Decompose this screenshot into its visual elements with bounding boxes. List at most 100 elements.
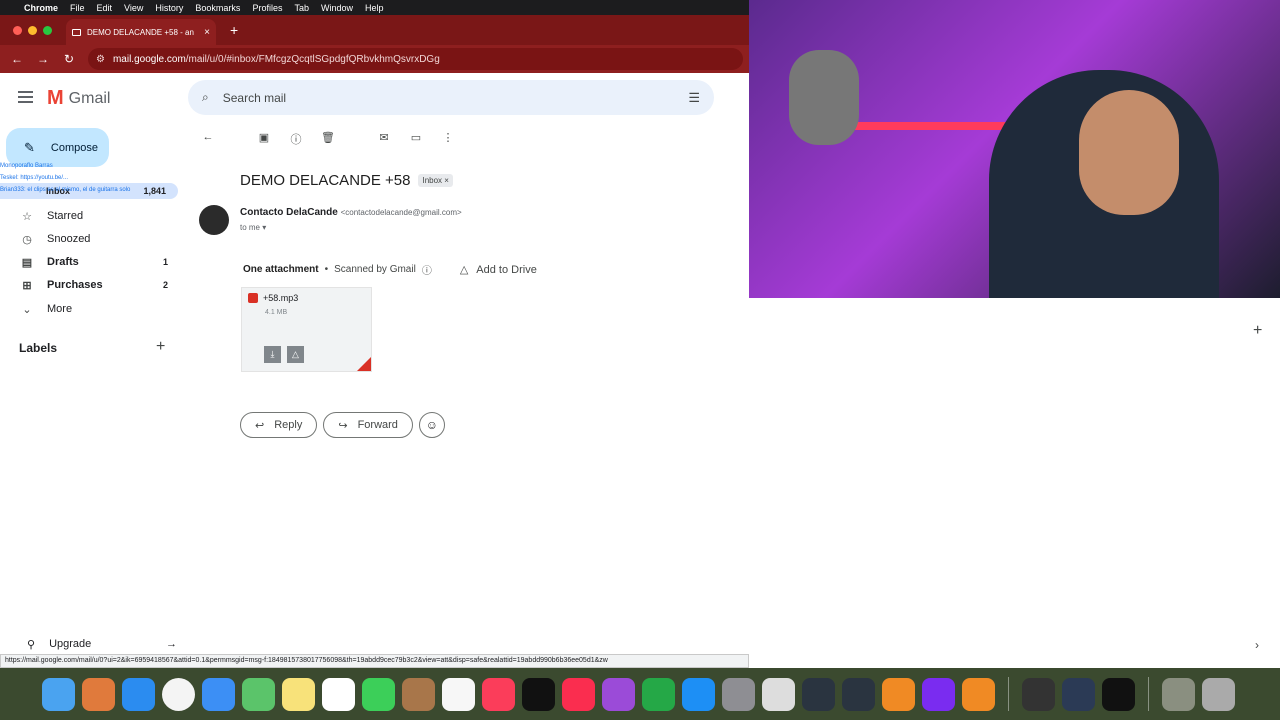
- site-info-icon[interactable]: ⚙: [96, 54, 105, 65]
- reply-icon: ↩: [255, 419, 265, 432]
- close-tab-icon[interactable]: ×: [204, 27, 210, 38]
- reply-button[interactable]: ↩ Reply: [240, 412, 318, 438]
- webcam-feed: [749, 0, 1280, 298]
- preview-icon[interactable]: [762, 677, 795, 711]
- search-icon[interactable]: ⌕: [202, 90, 209, 105]
- more-options-icon[interactable]: ⋮: [440, 131, 456, 147]
- caret-down-icon: ▾: [262, 223, 267, 232]
- finder-icon[interactable]: [42, 677, 75, 711]
- minimize-window-button[interactable]: [28, 25, 37, 35]
- sender-name[interactable]: Contacto DelaCande: [240, 207, 338, 218]
- fl-studio-alt-icon[interactable]: [962, 677, 995, 711]
- back-to-inbox-icon[interactable]: ←: [200, 131, 216, 147]
- news-icon[interactable]: [562, 677, 595, 711]
- delete-icon[interactable]: 🗑: [320, 131, 336, 147]
- drafts-count: 1: [162, 257, 168, 267]
- sidebar-item-more[interactable]: ⌄ More: [0, 298, 180, 320]
- save-to-drive-icon[interactable]: △: [287, 346, 304, 363]
- menubar-item-history[interactable]: History: [155, 3, 183, 13]
- maps-icon[interactable]: [242, 677, 275, 711]
- music-icon[interactable]: [482, 677, 515, 711]
- attachment-card[interactable]: +58.mp3 4.1 MB ⤓ △: [241, 287, 372, 372]
- close-window-button[interactable]: [13, 25, 22, 35]
- archive-icon[interactable]: ▣: [256, 131, 272, 147]
- menubar-item-edit[interactable]: Edit: [97, 3, 113, 13]
- forward-label: Forward: [357, 419, 398, 431]
- report-spam-icon[interactable]: ⓘ: [288, 131, 304, 147]
- forward-button[interactable]: ↪ Forward: [323, 412, 413, 438]
- audio-app-icon[interactable]: [802, 677, 835, 711]
- back-arrow-icon[interactable]: ←: [10, 52, 24, 66]
- mark-unread-icon[interactable]: ✉: [376, 131, 392, 147]
- pencil-icon: ✎: [24, 139, 35, 155]
- new-tab-icon[interactable]: +: [230, 22, 238, 38]
- obs-icon[interactable]: [1062, 677, 1095, 711]
- expand-side-panel-icon[interactable]: ›: [1255, 638, 1259, 652]
- emoji-react-button[interactable]: ☺: [418, 412, 445, 438]
- sidebar-item-label: Snoozed: [47, 233, 91, 245]
- sidebar-item-snoozed[interactable]: ◷ Snoozed: [0, 228, 180, 250]
- add-to-drive-label: Add to Drive: [476, 263, 537, 276]
- menubar-app-name[interactable]: Chrome: [24, 3, 58, 13]
- search-options-icon[interactable]: ☰: [688, 90, 700, 106]
- browser-tab[interactable]: DEMO DELACANDE +58 - an ×: [66, 19, 216, 45]
- sidebar-item-label: Starred: [47, 210, 84, 222]
- search-input[interactable]: ⌕ Search mail ☰: [188, 80, 714, 115]
- stream-chat-overlay: Monoporaflo Barras Teskel: https://youtu…: [0, 160, 260, 196]
- sidebar-item-purchases[interactable]: ⊞ Purchases 2: [0, 274, 180, 296]
- move-to-icon[interactable]: ▭: [408, 131, 424, 147]
- sender-line: Contacto DelaCande <contactodelacande@gm…: [240, 207, 462, 218]
- daw-icon[interactable]: [922, 677, 955, 711]
- download-icon[interactable]: ⤓: [264, 346, 281, 363]
- reload-icon[interactable]: ↻: [62, 52, 76, 66]
- menubar-item-profiles[interactable]: Profiles: [252, 3, 282, 13]
- zoom-window-button[interactable]: [43, 25, 52, 35]
- menubar-item-bookmarks[interactable]: Bookmarks: [195, 3, 240, 13]
- mail-icon[interactable]: [202, 677, 235, 711]
- fl-studio-icon[interactable]: [882, 677, 915, 711]
- email-action-toolbar: ← ▣ ⓘ 🗑 ✉ ▭ ⋮: [200, 131, 456, 147]
- forward-arrow-icon[interactable]: →: [36, 52, 50, 66]
- facetime-icon[interactable]: [362, 677, 395, 711]
- downloads-stack-icon[interactable]: [1162, 677, 1195, 711]
- reminders-icon[interactable]: [442, 677, 475, 711]
- address-bar[interactable]: ⚙ mail.google.com/mail/u/0/#inbox/FMfcgz…: [88, 48, 743, 70]
- launchpad-icon[interactable]: [82, 677, 115, 711]
- main-menu-icon[interactable]: [18, 91, 33, 103]
- add-to-drive-button[interactable]: △ Add to Drive: [460, 263, 537, 277]
- podcasts-icon[interactable]: [602, 677, 635, 711]
- gmail-logo[interactable]: M Gmail: [47, 87, 110, 110]
- sender-avatar[interactable]: [199, 205, 229, 235]
- search-placeholder: Search mail: [222, 90, 287, 105]
- info-icon[interactable]: ⓘ: [422, 262, 432, 277]
- app-store-icon[interactable]: [682, 677, 715, 711]
- safari-icon[interactable]: [122, 677, 155, 711]
- mixer-app-icon[interactable]: [842, 677, 875, 711]
- menubar-item-file[interactable]: File: [70, 3, 85, 13]
- capcut-icon[interactable]: [1102, 677, 1135, 711]
- create-label-icon[interactable]: +: [156, 338, 165, 356]
- menubar-item-tab[interactable]: Tab: [294, 3, 309, 13]
- notes-icon[interactable]: [282, 677, 315, 711]
- tv-icon[interactable]: [522, 677, 555, 711]
- recipient-details[interactable]: to me ▾: [240, 223, 266, 232]
- chrome-icon[interactable]: [162, 677, 195, 711]
- menubar-item-window[interactable]: Window: [321, 3, 353, 13]
- compose-label: Compose: [50, 141, 98, 154]
- trash-icon[interactable]: [1202, 677, 1235, 711]
- contacts-icon[interactable]: [402, 677, 435, 711]
- menubar-item-help[interactable]: Help: [365, 3, 384, 13]
- sidebar-item-starred[interactable]: ☆ Starred: [0, 205, 180, 227]
- gmail-logo-text: Gmail: [68, 89, 111, 107]
- sidebar-item-label: Purchases: [47, 279, 103, 291]
- apogee-icon[interactable]: [1022, 677, 1055, 711]
- scanned-by-gmail: Scanned by Gmail: [334, 264, 416, 275]
- menubar-item-view[interactable]: View: [124, 3, 143, 13]
- add-side-panel-icon[interactable]: +: [1253, 322, 1262, 340]
- numbers-icon[interactable]: [642, 677, 675, 711]
- freeform-icon[interactable]: [322, 677, 355, 711]
- upgrade-button[interactable]: ⚲ Upgrade →: [27, 635, 177, 653]
- inbox-label-badge[interactable]: Inbox ×: [418, 174, 453, 187]
- system-settings-icon[interactable]: [722, 677, 755, 711]
- sidebar-item-drafts[interactable]: ▤ Drafts 1: [0, 251, 180, 273]
